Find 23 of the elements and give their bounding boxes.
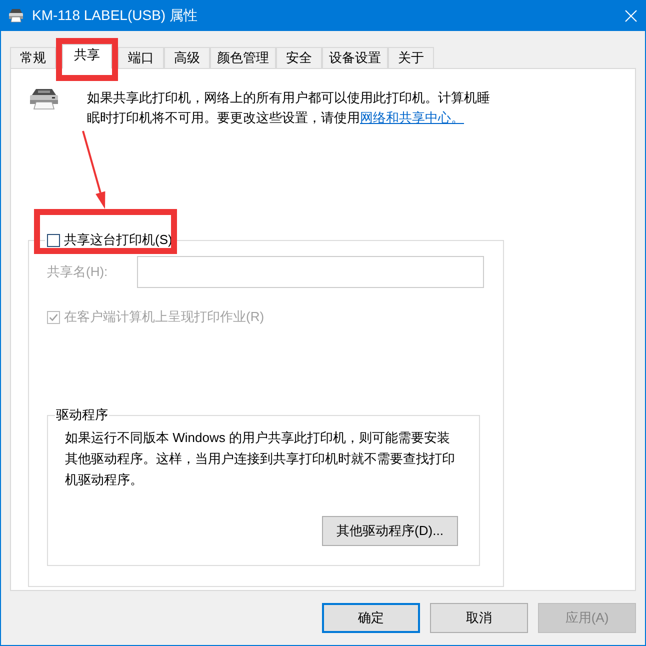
tab[interactable]: 高级 bbox=[164, 47, 210, 69]
additional-drivers-button[interactable]: 其他驱动程序(D)... bbox=[322, 516, 458, 546]
description-text: 如果共享此打印机，网络上的所有用户都可以使用此打印机。计算机睡眠时打印机将不可用。要更改这些设置，请使用网络和共享中心。 bbox=[87, 89, 491, 127]
tab[interactable]: 安全 bbox=[276, 47, 322, 69]
checkmark-icon bbox=[49, 312, 58, 322]
group-title: 驱动程序 bbox=[56, 407, 108, 422]
tab[interactable]: 共享 bbox=[62, 44, 112, 69]
share-name-label: 共享名(H): bbox=[47, 264, 109, 280]
tab[interactable]: 颜色管理 bbox=[210, 47, 276, 69]
printer-icon bbox=[28, 88, 60, 110]
tab[interactable]: 关于 bbox=[388, 47, 434, 69]
driver-description: 如果运行不同版本 Windows 的用户共享此打印机，则可能需要安装其他驱动程序。这样，当用户连接到共享打印机时就不需要查找打印机驱动程序。 bbox=[65, 429, 456, 489]
tab[interactable]: 设备设置 bbox=[322, 47, 388, 69]
dialog-button[interactable]: 确定 bbox=[322, 603, 420, 633]
printer-icon bbox=[8, 8, 24, 23]
window-title: KM-118 LABEL(USB) 属性 bbox=[32, 6, 198, 24]
close-icon bbox=[625, 10, 637, 22]
checkbox-label[interactable]: 共享这台打印机(S) bbox=[64, 232, 172, 248]
tab[interactable]: 常规 bbox=[10, 47, 56, 69]
dialog-button[interactable]: 取消 bbox=[430, 603, 528, 633]
tab[interactable]: 端口 bbox=[118, 47, 164, 69]
network-sharing-link[interactable]: 网络和共享中心。 bbox=[360, 110, 464, 125]
checkbox[interactable] bbox=[47, 234, 60, 246]
